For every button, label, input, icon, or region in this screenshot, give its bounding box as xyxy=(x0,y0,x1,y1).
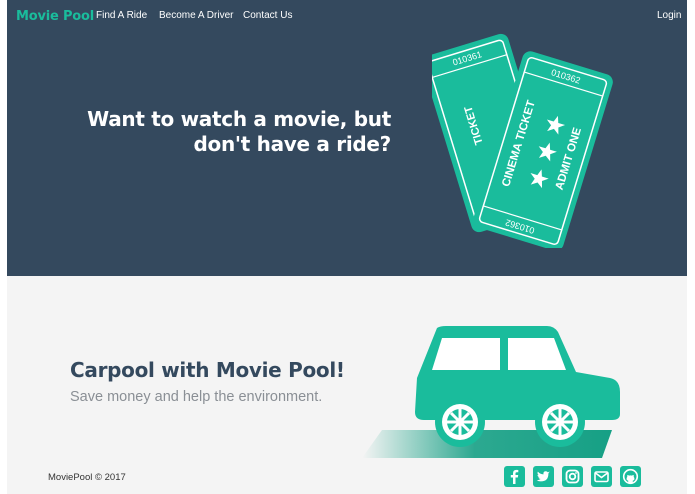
email-icon[interactable] xyxy=(591,466,612,487)
hero-title: Want to watch a movie, but don't have a … xyxy=(87,107,391,156)
car-wheel-front xyxy=(435,397,485,447)
cinema-tickets-illustration: 010361 TICKET 010362 010362 CINEMA TICKE… xyxy=(432,33,613,248)
section-subtitle: Save money and help the environment. xyxy=(70,389,323,405)
github-icon[interactable] xyxy=(620,466,641,487)
nav-find-a-ride[interactable]: Find A Ride xyxy=(96,10,147,21)
section-title: Carpool with Movie Pool! xyxy=(70,358,345,382)
car-illustration xyxy=(362,326,620,458)
car-wheel-rear xyxy=(535,397,585,447)
nav-contact-us[interactable]: Contact Us xyxy=(243,10,292,21)
facebook-icon[interactable] xyxy=(504,466,525,487)
hero-section: Movie Pool Find A Ride Become A Driver C… xyxy=(7,0,687,276)
instagram-icon[interactable] xyxy=(562,466,583,487)
nav-login[interactable]: Login xyxy=(657,10,681,21)
footer-copyright: MoviePool © 2017 xyxy=(48,472,126,483)
brand-logo[interactable]: Movie Pool xyxy=(16,9,94,24)
twitter-icon[interactable] xyxy=(533,466,554,487)
nav-become-a-driver[interactable]: Become A Driver xyxy=(159,10,233,21)
car-window-front xyxy=(432,338,500,370)
page: Movie Pool Find A Ride Become A Driver C… xyxy=(7,0,687,494)
